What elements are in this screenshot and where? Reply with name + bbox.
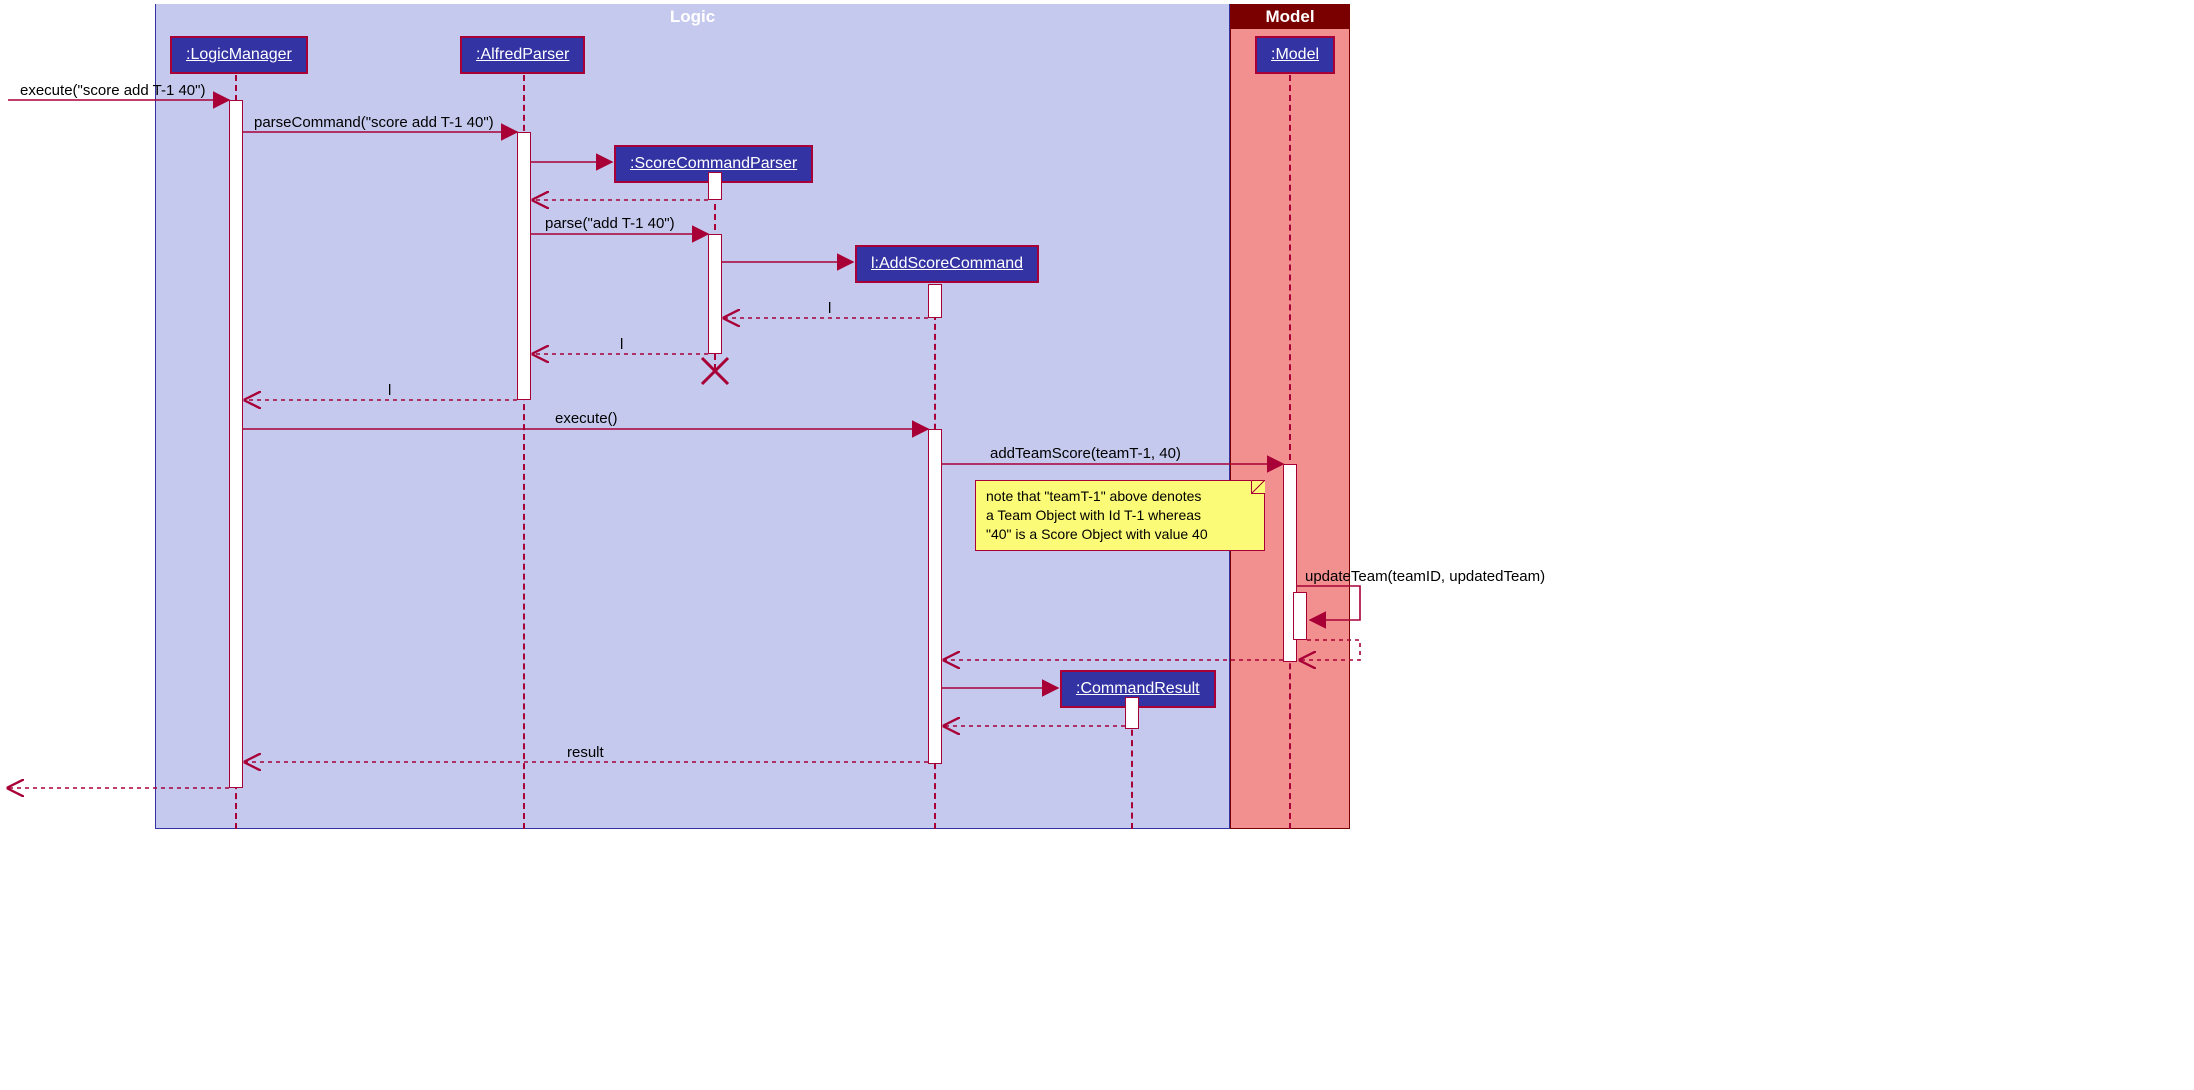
msg-result: result xyxy=(567,744,604,761)
asc-act2 xyxy=(928,429,942,764)
msg-parse: parse("add T-1 40") xyxy=(545,215,675,232)
msg-execute-in: execute("score add T-1 40") xyxy=(20,82,205,99)
msg-updateteam: updateTeam(teamID, updatedTeam) xyxy=(1305,568,1545,585)
cr-act xyxy=(1125,697,1139,729)
m-act2 xyxy=(1293,592,1307,640)
add-score-cmd-head: l:AddScoreCommand xyxy=(855,245,1039,283)
ap-act xyxy=(517,132,531,400)
note-team: note that "teamT-1" above denotes a Team… xyxy=(975,480,1265,551)
scp-act2 xyxy=(708,234,722,354)
msg-execute: execute() xyxy=(555,410,618,427)
msg-parse-cmd: parseCommand("score add T-1 40") xyxy=(254,114,494,131)
msg-ret-l3: l xyxy=(388,382,391,399)
msg-ret-l1: l xyxy=(828,300,831,317)
note-fold-icon xyxy=(1251,480,1265,494)
alfred-parser-head: :AlfredParser xyxy=(460,36,585,74)
m-lifeline xyxy=(1289,75,1291,829)
model-head: :Model xyxy=(1255,36,1335,74)
msg-addteamscore: addTeamScore(teamT-1, 40) xyxy=(990,445,1181,462)
model-frame-title: Model xyxy=(1231,4,1349,29)
logic-frame-title: Logic xyxy=(156,4,1229,29)
logic-manager-head: :LogicManager xyxy=(170,36,308,74)
scp-act1 xyxy=(708,172,722,200)
asc-act1 xyxy=(928,284,942,318)
lm-act xyxy=(229,100,243,788)
msg-ret-l2: l xyxy=(620,336,623,353)
